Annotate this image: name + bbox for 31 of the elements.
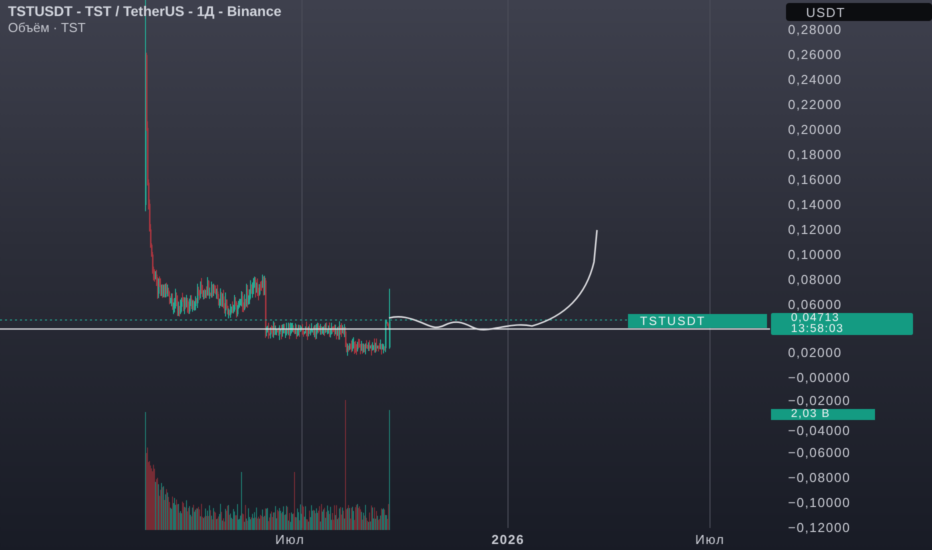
price-tick: 0,16000 [788, 173, 842, 187]
price-tick: 0,02000 [788, 346, 842, 360]
volume-legend: Объём · TST [8, 20, 282, 35]
price-tick: 0,26000 [788, 48, 842, 62]
currency-button[interactable]: USDT [786, 3, 932, 21]
price-tick: 0,20000 [788, 123, 842, 137]
time-label: 2026 [492, 532, 524, 547]
price-tick: 0,06000 [788, 298, 842, 312]
price-tick: 0,10000 [788, 248, 842, 262]
price-tick: −0,06000 [788, 446, 851, 460]
time-label: Июл [695, 532, 725, 547]
volume-badge: 2,03 B [771, 409, 875, 420]
bar-countdown: 13:58:03 [791, 324, 845, 335]
price-tick: −0,00000 [788, 371, 851, 385]
symbol-label: TSTUSDT [628, 314, 767, 328]
time-label: Июл [275, 532, 305, 547]
price-tick: 0,08000 [788, 273, 842, 287]
horizontal-line[interactable] [0, 328, 770, 330]
price-tick: 0,28000 [788, 23, 842, 37]
price-tick: −0,04000 [788, 424, 851, 438]
price-tick: −0,12000 [788, 521, 851, 535]
price-tick: 0,24000 [788, 73, 842, 87]
price-tick: −0,08000 [788, 471, 851, 485]
projection-curve[interactable] [388, 230, 598, 330]
price-tick: −0,10000 [788, 496, 851, 510]
price-tick: −0,02000 [788, 394, 851, 408]
last-price: 0,04713 [791, 313, 841, 324]
price-tick: 0,22000 [788, 98, 842, 112]
price-tick: 0,14000 [788, 198, 842, 212]
price-tick: 0,18000 [788, 148, 842, 162]
price-tick: 0,12000 [788, 223, 842, 237]
